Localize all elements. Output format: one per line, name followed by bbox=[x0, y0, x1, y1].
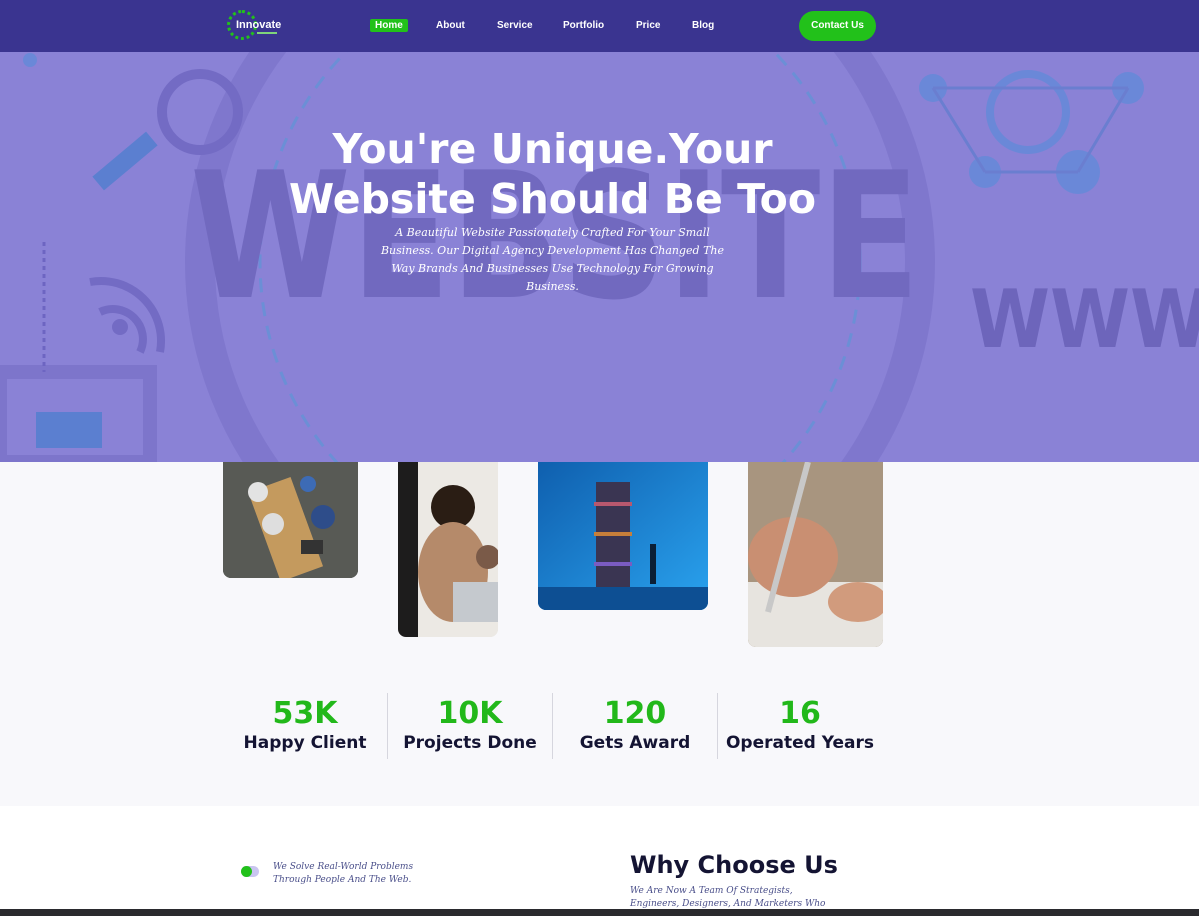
why-choose-us-section bbox=[0, 806, 1199, 916]
stat-value: 10K bbox=[437, 696, 503, 731]
nav-item-blog[interactable]: Blog bbox=[692, 19, 714, 32]
hero-bg-www: WWW bbox=[970, 273, 1199, 366]
hero-title-line1: You're Unique.Your bbox=[332, 125, 773, 173]
stat-value: 16 bbox=[779, 696, 821, 731]
stat-gets-award: 120 Gets Award bbox=[553, 696, 717, 754]
stat-label: Operated Years bbox=[725, 733, 874, 753]
toggle-knob bbox=[241, 866, 252, 877]
top-navbar: Innovate Home About Service Portfolio Pr… bbox=[0, 0, 1199, 52]
stat-label: Projects Done bbox=[403, 733, 537, 753]
team-meeting-photo bbox=[223, 462, 358, 578]
stat-operated-years: 16 Operated Years bbox=[718, 696, 882, 754]
nav-item-portfolio[interactable]: Portfolio bbox=[563, 19, 604, 32]
why-tagline: We Solve Real-World Problems Through Peo… bbox=[273, 862, 414, 885]
hero-subtitle: A Beautiful Website Passionately Crafted… bbox=[380, 226, 725, 293]
hero-title: You're Unique.Your Website Should Be Too bbox=[250, 124, 855, 224]
nav-item-home[interactable]: Home bbox=[370, 19, 408, 32]
nav-item-about[interactable]: About bbox=[436, 19, 465, 32]
why-title: Why Choose Us bbox=[630, 851, 838, 879]
logo-underline bbox=[257, 32, 277, 34]
bottom-bar bbox=[0, 909, 1199, 916]
toggle-icon bbox=[241, 866, 259, 877]
nav-item-price[interactable]: Price bbox=[636, 19, 660, 32]
why-text: We Are Now A Team Of Strategists, Engine… bbox=[630, 886, 826, 909]
brand-logo[interactable]: Innovate bbox=[227, 10, 287, 42]
stat-label: Gets Award bbox=[579, 733, 691, 753]
stat-happy-client: 53K Happy Client bbox=[223, 696, 387, 754]
stat-value: 120 bbox=[603, 696, 667, 731]
contact-us-button[interactable]: Contact Us bbox=[799, 11, 876, 41]
logo-text: Innovate bbox=[236, 19, 282, 31]
stat-projects-done: 10K Projects Done bbox=[388, 696, 552, 754]
stat-label: Happy Client bbox=[243, 733, 367, 753]
stat-value: 53K bbox=[272, 696, 338, 731]
women-laptop-photo bbox=[398, 462, 498, 637]
hero-section: WEBSITE WWW You're Unique.Your Website S… bbox=[0, 52, 1199, 462]
hero-title-line2: Website Should Be Too bbox=[289, 175, 816, 223]
hand-writing-photo bbox=[748, 462, 883, 647]
book-tower-photo bbox=[538, 462, 708, 610]
nav-item-service[interactable]: Service bbox=[497, 19, 533, 32]
